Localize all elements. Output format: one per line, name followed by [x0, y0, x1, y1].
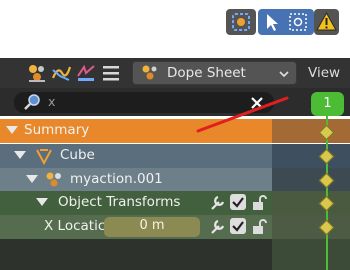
graph-editor-button[interactable]: [50, 62, 72, 84]
mute-checkbox[interactable]: [230, 218, 246, 234]
current-frame-indicator[interactable]: 1: [311, 92, 344, 116]
channel-value-field[interactable]: 0 m: [104, 217, 200, 237]
dope-sheet-icon: [29, 65, 45, 82]
expand-triangle-icon[interactable]: [26, 175, 38, 183]
clear-icon[interactable]: [250, 96, 264, 110]
expand-triangle-icon[interactable]: [36, 198, 48, 206]
wrench-icon[interactable]: [208, 194, 226, 212]
graph-editor-icon: [51, 66, 72, 81]
warning-icon: [316, 11, 337, 31]
only-show-selected-toggle[interactable]: [226, 9, 256, 35]
channel-row-summary[interactable]: Summary: [0, 119, 350, 143]
checkmark-icon: [232, 197, 244, 208]
lock-icon[interactable]: [250, 194, 268, 212]
channel-value: 0 m: [139, 218, 165, 233]
dope-sheet-mode-button[interactable]: [26, 62, 48, 84]
channel-label: myaction.001: [70, 171, 163, 187]
nla-editor-button[interactable]: [75, 62, 97, 84]
expand-triangle-icon[interactable]: [6, 126, 18, 134]
select-circle-icon: [289, 13, 307, 31]
editor-mode-dropdown[interactable]: Dope Sheet: [132, 61, 297, 85]
dope-sheet-header: Dope Sheet View: [0, 58, 350, 88]
lock-icon[interactable]: [250, 218, 268, 236]
editor-mode-label: Dope Sheet: [167, 65, 246, 81]
expand-triangle-icon[interactable]: [14, 151, 26, 159]
nla-icon: [77, 64, 95, 81]
channel-empty-area: [0, 239, 350, 270]
select-mode-toggle[interactable]: [258, 9, 314, 35]
xray-toggle-icon: [232, 13, 250, 31]
chevron-down-icon: [279, 71, 289, 78]
channel-row-fcurve[interactable]: X Locatic 0 m: [0, 215, 350, 239]
select-box-icon: [267, 14, 278, 31]
mute-checkbox[interactable]: [230, 194, 246, 210]
search-value: x: [48, 94, 56, 109]
drivers-editor-button[interactable]: [100, 62, 122, 84]
dope-sheet-icon: [142, 65, 157, 80]
channel-row-group[interactable]: Object Transforms: [0, 191, 350, 215]
header-toggle-group: [226, 9, 339, 35]
channel-row-action[interactable]: myaction.001: [0, 168, 350, 192]
channel-label: Object Transforms: [58, 194, 181, 210]
channel-row-object[interactable]: Cube: [0, 144, 350, 168]
action-icon: [46, 172, 61, 187]
channel-label: Cube: [60, 147, 95, 163]
search-icon: [24, 94, 40, 110]
drivers-icon: [103, 66, 119, 81]
view-menu[interactable]: View: [308, 65, 340, 81]
warning-toggle[interactable]: [314, 9, 339, 35]
channel-search-bar: x: [0, 88, 350, 116]
wrench-icon[interactable]: [208, 218, 226, 236]
search-input[interactable]: x: [14, 92, 274, 113]
channel-label: Summary: [24, 122, 90, 138]
object-icon: [36, 149, 52, 166]
channel-label: X Locatic: [44, 218, 106, 234]
checkmark-icon: [232, 221, 244, 232]
